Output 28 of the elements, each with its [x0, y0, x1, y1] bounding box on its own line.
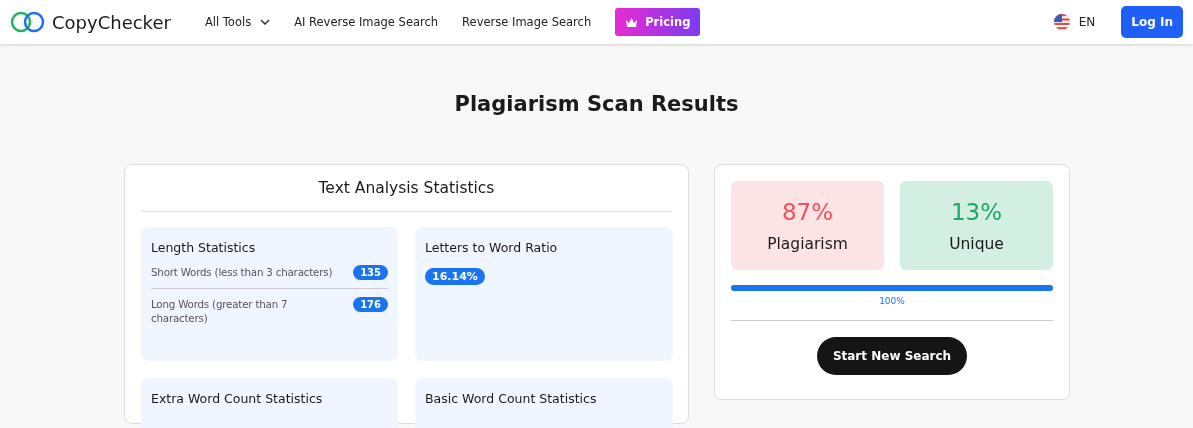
ratio-badge: 16.14%: [425, 268, 485, 285]
start-search-button[interactable]: Start New Search: [816, 337, 968, 375]
progress-reading: 100%: [879, 296, 905, 306]
crown-icon: [625, 16, 639, 28]
page-title: Plagiarism Scan Results: [453, 92, 740, 118]
stat-label: Short Words (less than 3 characters): [151, 265, 333, 280]
language-selector[interactable]: EN: [1052, 13, 1096, 31]
score-label: Unique: [949, 234, 1004, 253]
brand-name: CopyChecker: [52, 11, 171, 33]
nav-link[interactable]: Reverse Image Search: [462, 15, 592, 29]
stat-label: Long Words (greater than 7 characters): [151, 297, 289, 326]
us-flag-icon: [1052, 13, 1071, 31]
pricing-button[interactable]: Pricing: [615, 8, 701, 36]
score-value: 87%: [781, 198, 834, 225]
score-value: 13%: [950, 198, 1003, 225]
nav-dropdown[interactable]: All Tools: [204, 15, 271, 29]
card-title: Length Statistics: [151, 240, 257, 255]
card-title: Basic Word Count Statistics: [425, 391, 598, 406]
nav-link[interactable]: AI Reverse Image Search: [294, 15, 439, 29]
login-button[interactable]: Log In: [1121, 6, 1183, 38]
rings-logo-icon: [10, 11, 46, 33]
score-label: Plagiarism: [767, 234, 848, 253]
count-badge: 176: [353, 297, 388, 312]
count-badge: 135: [353, 265, 388, 280]
panel-title: Text Analysis Statistics: [141, 179, 672, 212]
card-title: Letters to Word Ratio: [425, 240, 559, 255]
chevron-down-icon: [260, 19, 271, 25]
card-title: Extra Word Count Statistics: [151, 391, 324, 406]
